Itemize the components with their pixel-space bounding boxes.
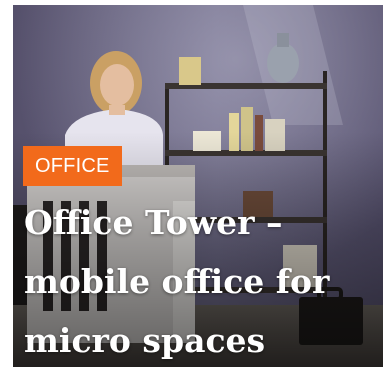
article-title[interactable]: Office Tower – mobile office for micro s… (24, 193, 374, 367)
article-card[interactable]: OFFICE Office Tower – mobile office for … (13, 5, 383, 367)
category-badge[interactable]: OFFICE (23, 146, 122, 186)
